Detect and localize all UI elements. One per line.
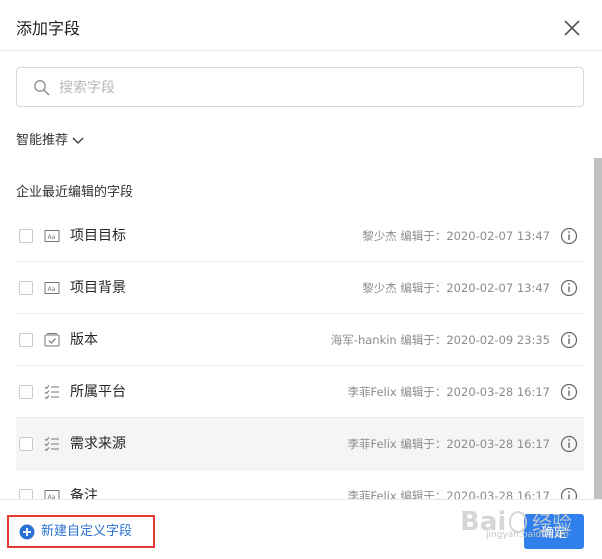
field-row[interactable]: Aa 备注 李菲Felix 编辑于：2020-03-28 16:17 bbox=[16, 470, 584, 499]
section-title: 企业最近编辑的字段 bbox=[16, 185, 134, 200]
field-meta: 黎少杰 编辑于：2020-02-07 13:47 bbox=[362, 281, 550, 295]
chevron-down-icon bbox=[72, 137, 84, 144]
confirm-button[interactable]: 确定 bbox=[524, 514, 584, 549]
new-custom-field-label: 新建自定义字段 bbox=[41, 523, 133, 539]
add-field-dialog: 添加字段 智能推荐 企业最近编辑的字段 Aa 项目 bbox=[0, 0, 602, 559]
plus-circle-icon bbox=[19, 524, 35, 539]
field-row[interactable]: Aa 项目背景 黎少杰 编辑于：2020-02-07 13:47 bbox=[16, 262, 584, 314]
info-icon[interactable] bbox=[560, 487, 578, 499]
dialog-header: 添加字段 bbox=[0, 0, 602, 51]
field-name: 需求来源 bbox=[70, 436, 126, 452]
close-icon[interactable] bbox=[560, 16, 584, 40]
field-row[interactable]: 版本 海军-hankin 编辑于：2020-02-09 23:35 bbox=[16, 314, 584, 366]
field-meta: 黎少杰 编辑于：2020-02-07 13:47 bbox=[362, 229, 550, 243]
field-name: 版本 bbox=[70, 332, 98, 348]
field-row[interactable]: 所属平台 李菲Felix 编辑于：2020-03-28 16:17 bbox=[16, 366, 584, 418]
search-input[interactable] bbox=[59, 76, 559, 100]
checklist-icon bbox=[44, 384, 60, 400]
checklist-icon bbox=[44, 436, 60, 452]
field-row[interactable]: Aa 项目目标 黎少杰 编辑于：2020-02-07 13:47 bbox=[16, 210, 584, 262]
smart-recommend-label: 智能推荐 bbox=[16, 133, 69, 148]
field-checkbox[interactable] bbox=[19, 333, 33, 347]
search-icon bbox=[33, 79, 51, 97]
field-meta: 李菲Felix 编辑于：2020-03-28 16:17 bbox=[347, 385, 550, 399]
svg-text:Aa: Aa bbox=[48, 286, 56, 293]
info-icon[interactable] bbox=[560, 279, 578, 297]
field-name: 项目目标 bbox=[70, 228, 126, 244]
field-checkbox[interactable] bbox=[19, 489, 33, 499]
text-field-icon: Aa bbox=[44, 228, 60, 244]
search-box bbox=[16, 67, 584, 107]
info-icon[interactable] bbox=[560, 331, 578, 349]
field-checkbox[interactable] bbox=[19, 385, 33, 399]
info-icon[interactable] bbox=[560, 383, 578, 401]
field-checkbox[interactable] bbox=[19, 229, 33, 243]
text-field-icon: Aa bbox=[44, 280, 60, 296]
field-checkbox[interactable] bbox=[19, 281, 33, 295]
field-row[interactable]: 需求来源 李菲Felix 编辑于：2020-03-28 16:17 bbox=[16, 418, 584, 470]
svg-text:Aa: Aa bbox=[48, 234, 56, 241]
smart-recommend-toggle[interactable]: 智能推荐 bbox=[16, 131, 85, 151]
field-list: Aa 项目目标 黎少杰 编辑于：2020-02-07 13:47 Aa 项目背景… bbox=[16, 210, 584, 499]
field-name: 备注 bbox=[70, 488, 98, 499]
list-scrollbar[interactable] bbox=[594, 158, 602, 499]
field-name: 所属平台 bbox=[70, 384, 126, 400]
field-checkbox[interactable] bbox=[19, 437, 33, 451]
text-field-icon: Aa bbox=[44, 488, 60, 499]
field-meta: 海军-hankin 编辑于：2020-02-09 23:35 bbox=[330, 333, 550, 347]
new-custom-field-button[interactable]: 新建自定义字段 bbox=[7, 515, 155, 548]
version-icon bbox=[44, 332, 60, 348]
field-meta: 李菲Felix 编辑于：2020-03-28 16:17 bbox=[347, 489, 550, 499]
field-meta: 李菲Felix 编辑于：2020-03-28 16:17 bbox=[347, 437, 550, 451]
dialog-title: 添加字段 bbox=[16, 19, 81, 38]
info-icon[interactable] bbox=[560, 227, 578, 245]
info-icon[interactable] bbox=[560, 435, 578, 453]
field-name: 项目背景 bbox=[70, 280, 126, 296]
